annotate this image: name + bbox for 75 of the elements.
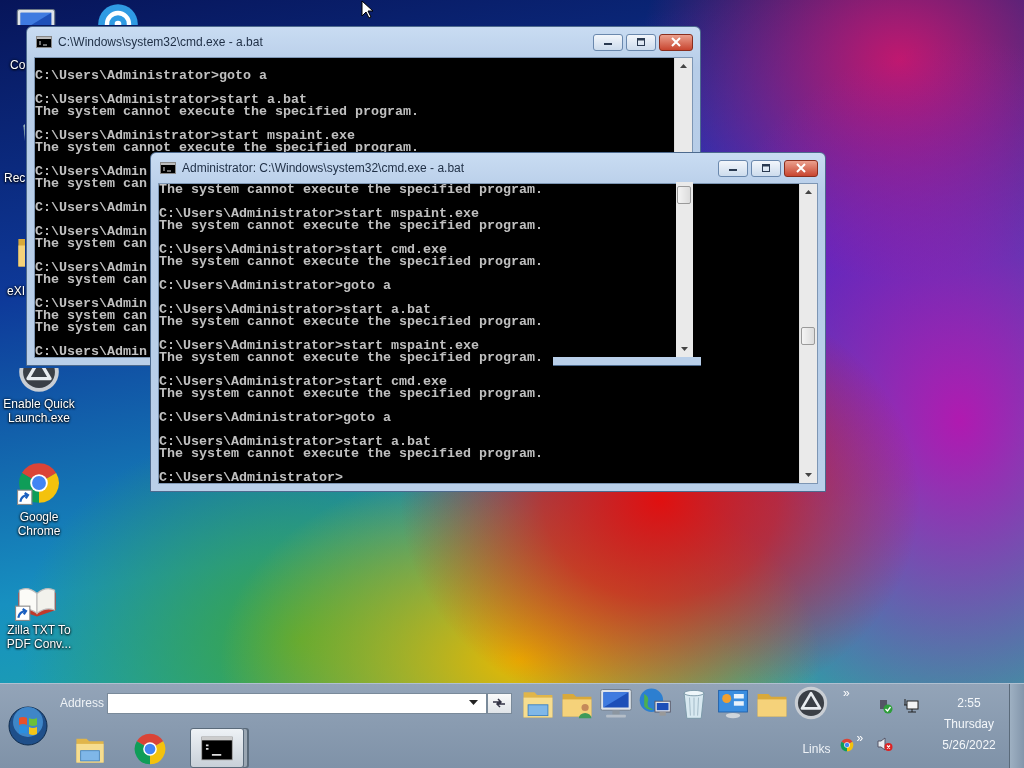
cursor-icon <box>361 0 373 19</box>
console-line: C:\Users\Admin <box>35 202 147 214</box>
console-line: C:\Users\Administrator> <box>159 472 343 483</box>
console-line: C:\Users\Administrator>goto a <box>35 70 267 82</box>
clock-day[interactable]: Thursday <box>944 717 995 731</box>
speaker-muted-icon[interactable] <box>877 736 894 752</box>
console-line: The system cannot execute the specified program. <box>159 256 543 268</box>
chrome-icon[interactable] <box>17 461 61 505</box>
console-line: C:\Users\Admin <box>35 298 147 310</box>
console-line: C:\Users\Admin <box>35 346 147 357</box>
console-line: C:\Users\Admin <box>35 226 147 238</box>
maximize-button[interactable] <box>751 159 781 177</box>
icon-label: Enable Quick Launch.exe <box>2 397 76 425</box>
icon-label: Co <box>10 58 25 72</box>
console-line: C:\Users\Administrator>start a.bat <box>159 304 431 316</box>
minimize-button[interactable] <box>593 33 623 51</box>
console-line: C:\Users\Administrator>start mspaint.exe <box>159 208 479 220</box>
console-icon <box>36 36 52 48</box>
network-status-icon[interactable] <box>877 698 894 714</box>
console-line: The system can <box>35 310 147 322</box>
window-title: C:\Windows\system32\cmd.exe - a.bat <box>58 35 264 49</box>
console-line: C:\Users\Administrator>start cmd.exe <box>159 244 447 256</box>
address-label: Address <box>59 696 105 710</box>
address-field[interactable] <box>106 692 487 714</box>
console-line: C:\Users\Administrator>start a.bat <box>159 436 431 448</box>
toolbar-chevron[interactable]: » <box>842 686 850 700</box>
window-title: Administrator: C:\Windows\system32\cmd.exe - a.bat <box>182 161 466 175</box>
console-line: The system cannot execute the specified program. <box>159 448 543 460</box>
scroll-thumb[interactable] <box>801 327 815 345</box>
console-line: C:\Users\Administrator>start cmd.exe <box>159 376 447 388</box>
clock-time[interactable]: 2:55 <box>957 696 981 710</box>
network-computer-icon[interactable] <box>903 698 920 714</box>
console-line: The system cannot execute the specified program. <box>159 388 543 400</box>
console-line: The system can <box>35 178 147 190</box>
minimize-button[interactable] <box>718 159 748 177</box>
start-button[interactable] <box>7 706 48 746</box>
console-line: The system can <box>35 274 147 286</box>
go-arrows-icon <box>491 696 508 710</box>
console-line: The system cannot execute the specified program. <box>159 316 543 328</box>
console-line: The system can <box>35 322 147 334</box>
chrome-icon <box>132 732 167 766</box>
dropdown-caret-icon[interactable] <box>468 700 478 706</box>
console-line: C:\Users\Administrator>start a.bat <box>35 94 307 106</box>
icon-label: Zilla TXT To PDF Conv... <box>5 623 73 651</box>
links-chevron[interactable]: » <box>856 731 864 745</box>
console-line: The system cannot execute the specified program. <box>159 220 543 232</box>
console-line: The system cannot execute the specified program. <box>35 106 419 118</box>
console-line: C:\Users\Administrator>goto a <box>159 280 391 292</box>
console-line: C:\Users\Admin <box>35 262 147 274</box>
console-line: C:\Users\Administrator>start mspaint.exe <box>35 130 355 142</box>
console-line: C:\Users\Administrator>start mspaint.exe <box>159 340 479 352</box>
icon-label: Google Chrome <box>16 510 62 538</box>
maximize-icon <box>635 38 647 46</box>
maximize-icon <box>760 164 772 172</box>
console-line: The system cannot execute the specified program. <box>159 352 543 364</box>
close-button[interactable] <box>659 33 693 51</box>
chrome-icon[interactable] <box>840 738 855 752</box>
console-line: C:\Users\Administrator>goto a <box>159 412 391 424</box>
console-line: C:\Users\Admin <box>35 166 147 178</box>
console-line: The system can <box>35 238 147 250</box>
icon-label: Rec <box>4 171 25 185</box>
icon-label: eXI <box>7 284 25 298</box>
links-label[interactable]: Links <box>802 742 831 756</box>
show-desktop-button[interactable] <box>1009 684 1024 768</box>
scroll-thumb[interactable] <box>677 186 691 204</box>
scrollbar[interactable] <box>674 58 692 152</box>
launcher-icon[interactable] <box>792 685 829 721</box>
close-icon <box>795 163 807 173</box>
close-icon <box>670 37 682 47</box>
scrollbar[interactable] <box>799 184 817 483</box>
clock-date[interactable]: 5/26/2022 <box>942 738 996 752</box>
go-button[interactable] <box>486 692 512 714</box>
close-button[interactable] <box>784 159 818 177</box>
console-icon <box>160 162 176 174</box>
maximize-button[interactable] <box>626 33 656 51</box>
